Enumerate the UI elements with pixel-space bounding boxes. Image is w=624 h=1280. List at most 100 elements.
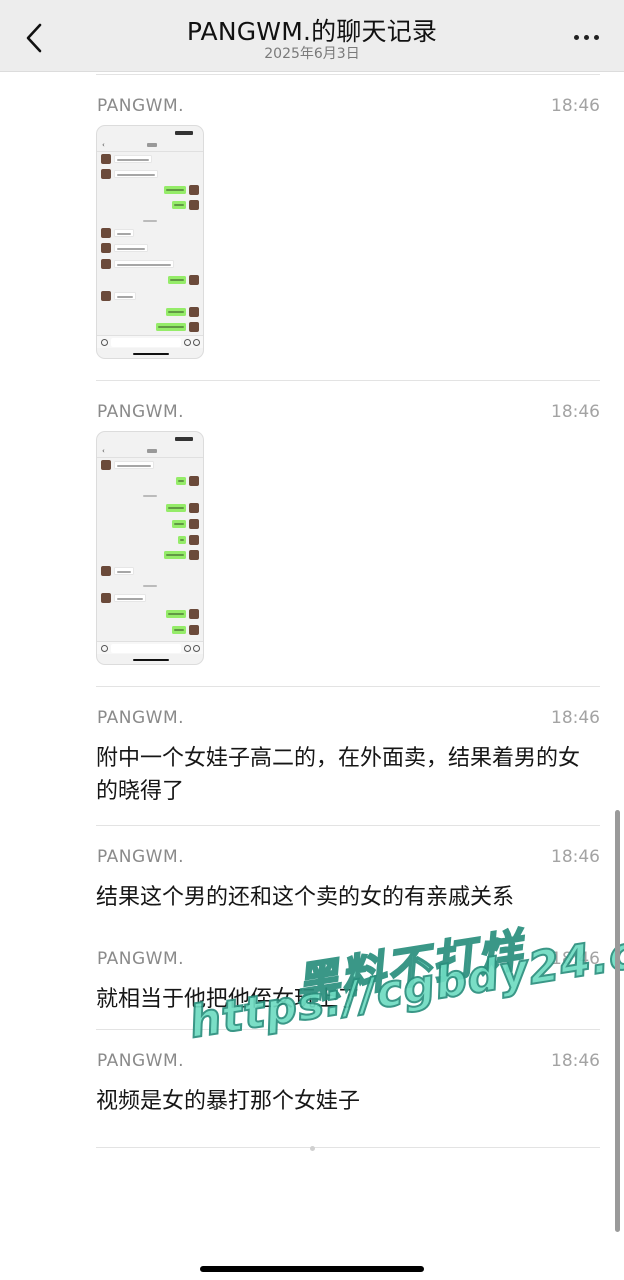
- thumb-avatar: [189, 275, 199, 285]
- thumb-row: [97, 625, 203, 636]
- thumb-back-icon: ‹: [102, 447, 105, 455]
- thumb-bubble: [114, 244, 148, 252]
- thumb-row: [97, 460, 203, 471]
- thumb-avatar: [101, 243, 111, 253]
- thumb-input-bar: [97, 335, 203, 348]
- thumb-voice-icon: [101, 339, 108, 346]
- message-time: 18:46: [551, 1051, 600, 1071]
- message-item: PANGWM. 18:46: [96, 402, 600, 428]
- thumb-home-indicator: [133, 659, 169, 661]
- message-text: 附中一个女娃子高二的，在外面卖，结果着男的女的晓得了: [96, 746, 581, 804]
- message-time: 18:46: [551, 847, 600, 867]
- more-dot: [593, 34, 599, 40]
- thumb-bubble: [114, 594, 146, 602]
- thumb-home-indicator: [133, 353, 169, 355]
- divider: [96, 825, 600, 826]
- thumb-status-bar: [97, 432, 203, 446]
- thumb-bubble: [172, 626, 186, 634]
- sender-name: PANGWM.: [97, 708, 185, 728]
- thumb-row: [97, 169, 203, 180]
- thumb-avatar: [189, 307, 199, 317]
- thumb-bubble: [172, 201, 186, 209]
- thumb-plus-icon: [193, 645, 200, 652]
- thumb-row: [97, 566, 203, 577]
- message-item: PANGWM. 18:46: [96, 96, 600, 122]
- thumb-row: [97, 535, 203, 546]
- thumb-bubble: [114, 170, 158, 178]
- message-time: 18:46: [551, 96, 600, 116]
- thumb-title: [147, 449, 157, 453]
- thumb-input: [111, 644, 181, 653]
- thumb-nav: ‹: [97, 446, 203, 458]
- message-item: PANGWM. 18:46 视频是女的暴打那个女娃子: [96, 1051, 600, 1118]
- chat-screenshot-thumbnail[interactable]: ‹: [96, 125, 204, 359]
- thumb-row: [97, 307, 203, 318]
- thumb-row: [97, 503, 203, 514]
- sender-name: PANGWM.: [97, 847, 185, 867]
- thumb-row: [97, 243, 203, 254]
- thumb-row: [97, 550, 203, 561]
- thumb-avatar: [101, 169, 111, 179]
- thumb-avatar: [189, 625, 199, 635]
- divider: [96, 380, 600, 381]
- divider: [96, 74, 600, 75]
- thumb-avatar: [189, 550, 199, 560]
- thumb-avatar: [189, 476, 199, 486]
- thumb-row: [97, 185, 203, 196]
- scrollbar[interactable]: [615, 810, 620, 1232]
- sender-name: PANGWM.: [97, 402, 185, 422]
- thumb-plus-icon: [193, 339, 200, 346]
- thumb-avatar: [101, 154, 111, 164]
- thumb-timestamp: [143, 585, 157, 587]
- thumb-back-icon: ‹: [102, 141, 105, 149]
- thumb-row: [97, 154, 203, 165]
- thumb-avatar: [189, 609, 199, 619]
- more-dot: [583, 34, 589, 40]
- thumb-avatar: [189, 535, 199, 545]
- thumb-avatar: [101, 228, 111, 238]
- thumb-avatar: [101, 291, 111, 301]
- thumb-bubble: [164, 551, 186, 559]
- thumb-row: [97, 228, 203, 239]
- chat-record-list[interactable]: PANGWM. 18:46 ‹ PANGWM. 18:46 ‹ PANGWM. …: [0, 72, 624, 1280]
- more-dots-icon: [573, 34, 579, 40]
- thumb-avatar: [189, 519, 199, 529]
- divider: [96, 1147, 600, 1148]
- thumb-bubble: [114, 567, 134, 575]
- thumb-row: [97, 200, 203, 211]
- thumb-row: [97, 291, 203, 302]
- message-item: PANGWM. 18:46 结果这个男的还和这个卖的女的有亲戚关系: [96, 847, 600, 914]
- thumb-emoji-icon: [184, 645, 191, 652]
- thumb-bubble: [166, 504, 186, 512]
- message-time: 18:46: [551, 708, 600, 728]
- divider: [96, 686, 600, 687]
- chat-history-header: PANGWM.的聊天记录 2025年6月3日: [0, 0, 624, 72]
- thumb-row: [97, 609, 203, 620]
- sender-name: PANGWM.: [97, 949, 185, 969]
- thumb-avatar: [101, 566, 111, 576]
- thumb-row: [97, 593, 203, 604]
- thumb-avatar: [101, 259, 111, 269]
- thumb-row: [97, 476, 203, 487]
- thumb-bubble: [114, 260, 174, 268]
- message-time: 18:46: [551, 402, 600, 422]
- message-text: 就相当于他把他侄女玩上了: [96, 987, 361, 1012]
- thumb-avatar: [189, 185, 199, 195]
- thumb-signal: [175, 437, 193, 441]
- thumb-row: [97, 275, 203, 286]
- page-date: 2025年6月3日: [264, 46, 360, 62]
- thumb-bubble: [166, 610, 186, 618]
- thumb-bubble: [114, 461, 154, 469]
- home-indicator[interactable]: [200, 1266, 424, 1272]
- thumb-row: [97, 259, 203, 270]
- more-button[interactable]: [566, 22, 606, 52]
- thumb-nav: ‹: [97, 140, 203, 152]
- thumb-signal: [175, 131, 193, 135]
- thumb-bubble: [176, 477, 186, 485]
- thumb-bubble: [114, 155, 152, 163]
- thumb-avatar: [189, 503, 199, 513]
- thumb-bubble: [164, 186, 186, 194]
- chat-screenshot-thumbnail[interactable]: ‹: [96, 431, 204, 665]
- thumb-row: [97, 322, 203, 333]
- message-time: 18:46: [551, 949, 600, 969]
